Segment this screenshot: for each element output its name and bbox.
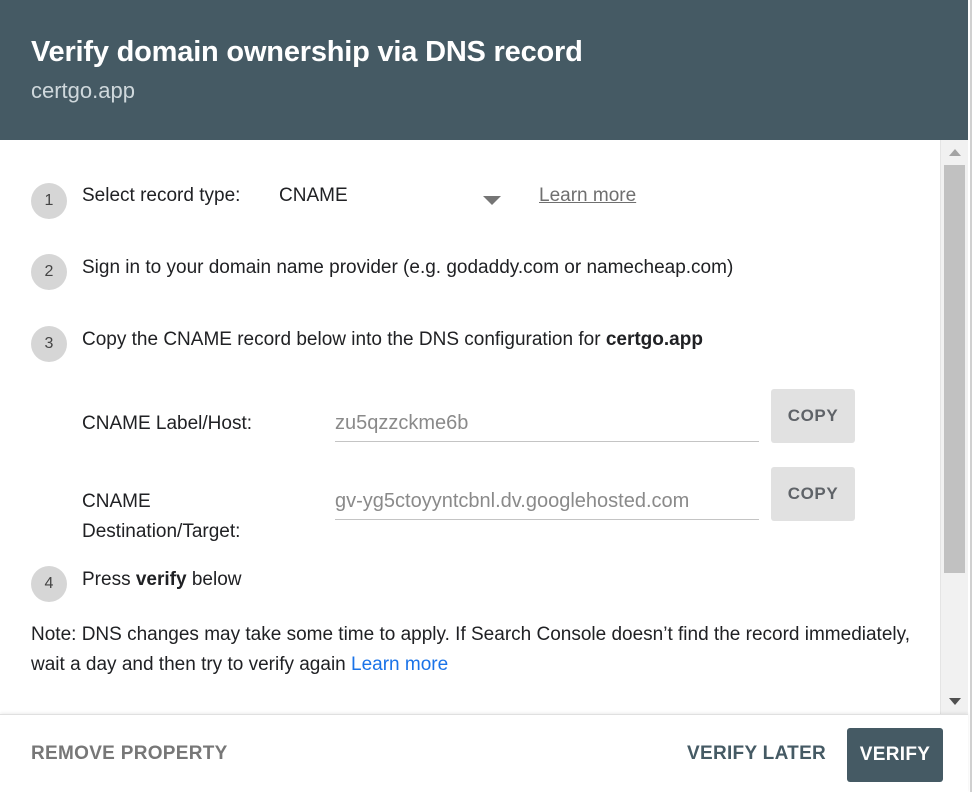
dns-note: Note: DNS changes may take some time to … — [31, 620, 911, 680]
scroll-up-arrow-icon[interactable] — [949, 149, 961, 156]
cname-target-label-line2: Destination/Target: — [82, 521, 241, 542]
copy-host-button[interactable]: COPY — [771, 389, 855, 443]
dialog-content: 1 Select record type: CNAME Learn more 2… — [0, 140, 940, 714]
dialog-title: Verify domain ownership via DNS record — [31, 36, 583, 68]
step-1-text: Select record type: — [82, 185, 241, 206]
scrollbar-thumb[interactable] — [944, 165, 965, 573]
cname-target-label: CNAME Destination/Target: — [82, 487, 240, 547]
step-4-text: Press verify below — [82, 569, 241, 591]
step-3-domain: certgo.app — [605, 329, 703, 350]
step-4-verify-word: verify — [135, 569, 187, 590]
cname-target-field[interactable]: gv-yg5ctoyyntcbnl.dv.googlehosted.com — [335, 484, 759, 520]
step-3-text-prefix: Copy the CNAME record below into the DNS… — [82, 329, 606, 350]
step-2-text: Sign in to your domain name provider (e.… — [82, 257, 734, 278]
step-4-badge: 4 — [31, 566, 67, 602]
remove-property-button[interactable]: REMOVE PROPERTY — [31, 743, 228, 765]
verify-later-button[interactable]: VERIFY LATER — [687, 743, 826, 765]
dns-note-text: Note: DNS changes may take some time to … — [31, 624, 910, 675]
step-2-badge: 2 — [31, 254, 67, 290]
step-3-badge: 3 — [31, 326, 67, 362]
dialog-footer: REMOVE PROPERTY VERIFY LATER VERIFY — [0, 714, 968, 792]
cname-host-field[interactable]: zu5qzzckme6b — [335, 406, 759, 442]
dialog-header: Verify domain ownership via DNS record c… — [0, 0, 968, 140]
record-type-value: CNAME — [279, 185, 348, 206]
verify-button[interactable]: VERIFY — [847, 728, 943, 782]
record-type-select[interactable]: CNAME — [279, 184, 503, 214]
note-learn-more-link[interactable]: Learn more — [351, 654, 448, 675]
verify-dns-dialog: Verify domain ownership via DNS record c… — [0, 0, 972, 792]
dropdown-arrow-icon — [483, 196, 501, 205]
scroll-down-arrow-icon[interactable] — [949, 698, 961, 705]
content-scrollbar[interactable] — [940, 140, 968, 714]
step-4-text-suffix: below — [186, 569, 242, 590]
cname-target-label-line1: CNAME — [82, 491, 151, 512]
copy-target-button[interactable]: COPY — [771, 467, 855, 521]
step-1-badge: 1 — [31, 183, 67, 219]
step-3-text: Copy the CNAME record below into the DNS… — [82, 329, 703, 351]
step-4-text-prefix: Press — [82, 569, 136, 590]
cname-target-value: gv-yg5ctoyyntcbnl.dv.googlehosted.com — [335, 490, 690, 512]
dialog-subtitle: certgo.app — [31, 78, 135, 103]
cname-host-label: CNAME Label/Host: — [82, 413, 253, 434]
cname-host-value: zu5qzzckme6b — [335, 412, 469, 434]
record-type-learn-more-link[interactable]: Learn more — [539, 185, 636, 207]
